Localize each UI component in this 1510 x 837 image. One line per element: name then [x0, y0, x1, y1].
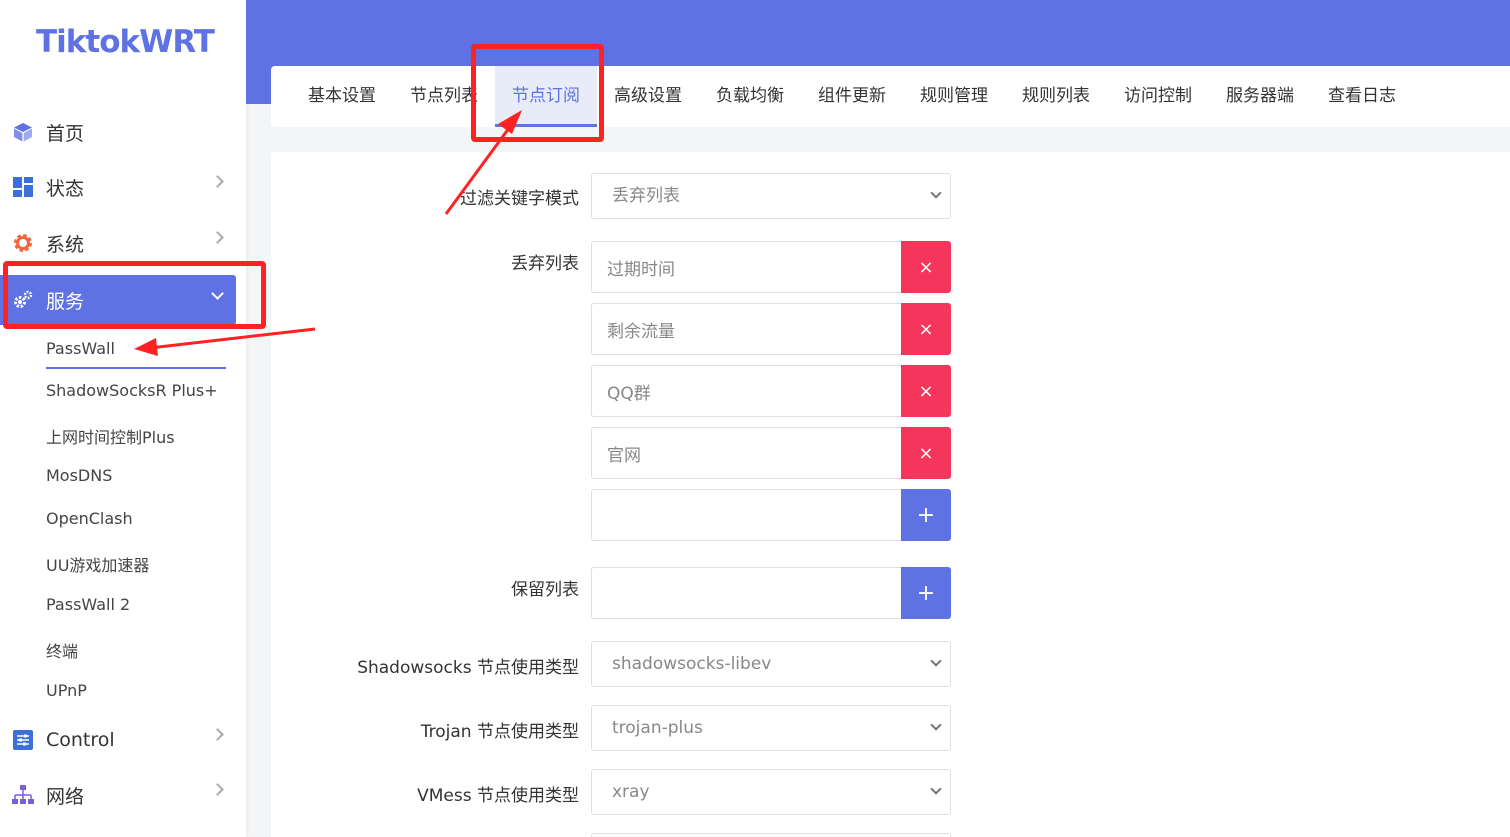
trojan-type-select[interactable]: trojan-plus [591, 705, 951, 751]
chevron-down-icon [930, 187, 942, 199]
sidebar-item-label: 状态 [46, 177, 85, 200]
tab-basic-settings[interactable]: 基本设置 [297, 66, 387, 127]
active-submenu-indicator [46, 367, 226, 369]
sidebar-item-status[interactable]: 状态 [0, 162, 236, 212]
network-icon [12, 784, 34, 806]
vmess-type-value: xray [612, 782, 650, 802]
add-entry-button[interactable]: + [901, 567, 951, 619]
keep-list-label: 保留列表 [511, 580, 579, 600]
submenu-item-passwall[interactable]: PassWall [46, 339, 115, 358]
chevron-down-icon [930, 719, 942, 731]
tab-rule-list[interactable]: 规则列表 [1011, 66, 1101, 127]
tab-access-control[interactable]: 访问控制 [1113, 66, 1203, 127]
close-icon: × [918, 442, 934, 464]
keep-list-new-row: + [591, 567, 951, 619]
discard-list-input[interactable] [591, 303, 901, 355]
discard-list-row: × [591, 365, 951, 417]
submenu-item-terminal[interactable]: 终端 [46, 638, 78, 662]
app-logo[interactable]: TiktokWRT [36, 24, 215, 60]
plus-icon: + [916, 502, 936, 528]
plus-icon: + [916, 580, 936, 606]
tab-node-subscribe[interactable]: 节点订阅 [495, 66, 597, 127]
discard-list-row: × [591, 241, 951, 293]
tab-load-balance[interactable]: 负载均衡 [705, 66, 795, 127]
gear-icon [12, 232, 34, 254]
sidebar-item-label: 首页 [46, 122, 85, 145]
keep-list-new-input[interactable] [591, 567, 901, 619]
chevron-right-icon [211, 175, 224, 188]
delete-entry-button[interactable]: × [901, 365, 951, 417]
tab-bar: 基本设置 节点列表 节点订阅 高级设置 负载均衡 组件更新 规则管理 规则列表 … [271, 66, 1510, 127]
sidebar-item-label: 网络 [46, 785, 85, 808]
discard-list-input[interactable] [591, 427, 901, 479]
shadowsocks-type-select[interactable]: shadowsocks-libev [591, 641, 951, 687]
close-icon: × [918, 318, 934, 340]
sidebar-item-system[interactable]: 系统 [0, 218, 236, 268]
chevron-right-icon [211, 783, 224, 796]
submenu-item-ssr-plus[interactable]: ShadowSocksR Plus+ [46, 381, 218, 400]
chevron-right-icon [211, 231, 224, 244]
next-select-partial[interactable] [591, 833, 951, 837]
tab-advanced-settings[interactable]: 高级设置 [603, 66, 693, 127]
sidebar-item-label: 服务 [46, 290, 85, 313]
cube-icon [12, 121, 34, 143]
sidebar: TiktokWRT 首页 状态 系统 服务 PassWall ShadowSoc… [0, 0, 246, 837]
gears-icon [12, 289, 34, 311]
filter-mode-value: 丢弃列表 [612, 186, 680, 206]
tab-rule-management[interactable]: 规则管理 [909, 66, 999, 127]
sidebar-item-control[interactable]: Control [0, 715, 236, 765]
tab-node-list[interactable]: 节点列表 [399, 66, 489, 127]
discard-list-row: × [591, 427, 951, 479]
chevron-down-icon [211, 287, 224, 300]
vmess-type-select[interactable]: xray [591, 769, 951, 815]
submenu-item-mosdns[interactable]: MosDNS [46, 466, 112, 485]
discard-list-new-input[interactable] [591, 489, 901, 541]
sidebar-item-label: Control [46, 729, 115, 751]
tab-server-side[interactable]: 服务器端 [1215, 66, 1305, 127]
sidebar-item-label: 系统 [46, 233, 85, 256]
shadowsocks-type-value: shadowsocks-libev [612, 654, 772, 674]
filter-mode-label: 过滤关键字模式 [460, 189, 579, 209]
discard-list-new-row: + [591, 489, 951, 541]
chevron-down-icon [930, 655, 942, 667]
close-icon: × [918, 380, 934, 402]
dashboard-icon [12, 176, 34, 198]
sidebar-item-home[interactable]: 首页 [0, 107, 236, 157]
discard-list-input[interactable] [591, 241, 901, 293]
discard-list-label: 丢弃列表 [511, 254, 579, 274]
close-icon: × [918, 256, 934, 278]
submenu-item-passwall2[interactable]: PassWall 2 [46, 595, 130, 614]
add-entry-button[interactable]: + [901, 489, 951, 541]
submenu-item-time-control[interactable]: 上网时间控制Plus [46, 424, 175, 448]
sliders-icon [12, 729, 34, 751]
discard-list-row: × [591, 303, 951, 355]
submenu-item-openclash[interactable]: OpenClash [46, 509, 133, 528]
delete-entry-button[interactable]: × [901, 303, 951, 355]
submenu-item-uu-accelerator[interactable]: UU游戏加速器 [46, 552, 149, 576]
shadowsocks-type-label: Shadowsocks 节点使用类型 [357, 658, 579, 678]
delete-entry-button[interactable]: × [901, 427, 951, 479]
vmess-type-label: VMess 节点使用类型 [417, 786, 579, 806]
filter-mode-select[interactable]: 丢弃列表 [591, 173, 951, 219]
sidebar-item-network[interactable]: 网络 [0, 770, 236, 820]
chevron-down-icon [930, 783, 942, 795]
sidebar-item-services[interactable]: 服务 [0, 275, 236, 325]
submenu-item-upnp[interactable]: UPnP [46, 681, 87, 700]
chevron-right-icon [211, 728, 224, 741]
trojan-type-label: Trojan 节点使用类型 [420, 722, 579, 742]
tab-component-update[interactable]: 组件更新 [807, 66, 897, 127]
discard-list-input[interactable] [591, 365, 901, 417]
trojan-type-value: trojan-plus [612, 718, 703, 738]
delete-entry-button[interactable]: × [901, 241, 951, 293]
tab-view-logs[interactable]: 查看日志 [1317, 66, 1407, 127]
